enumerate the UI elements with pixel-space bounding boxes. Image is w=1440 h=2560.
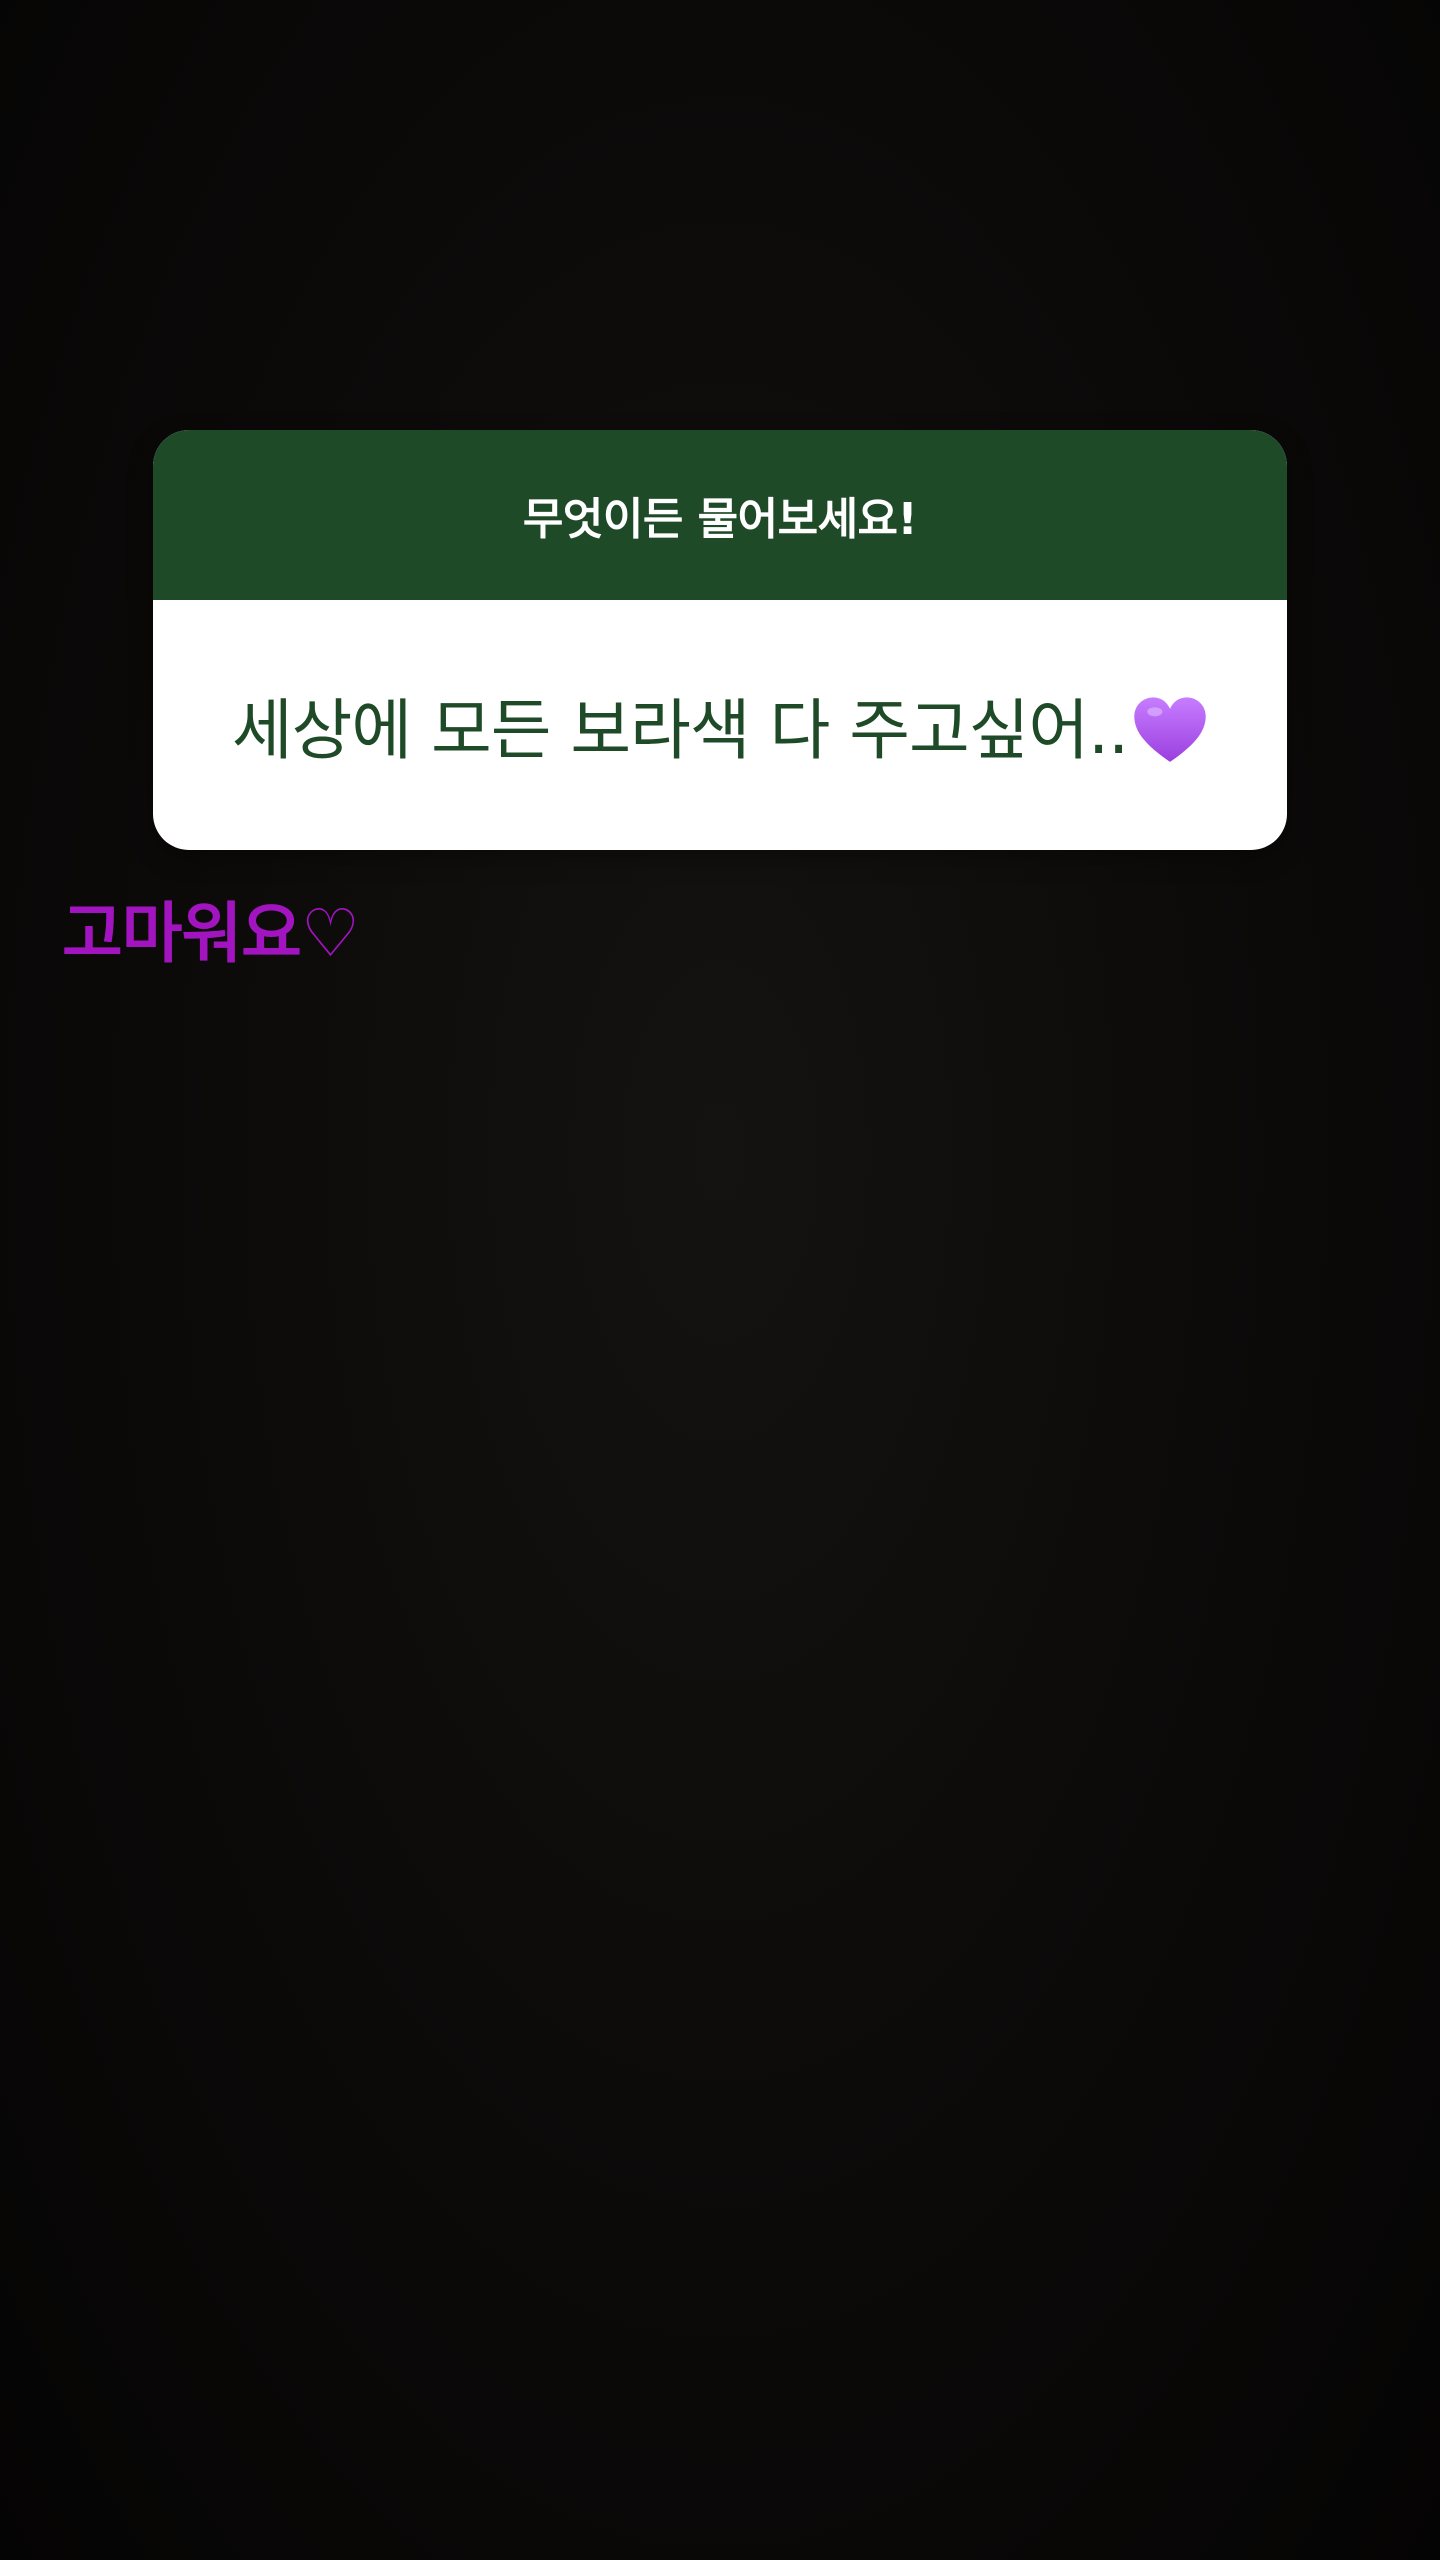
reply-text: 고마워요♡ — [62, 895, 360, 972]
question-sticker[interactable]: 무엇이든 물어보세요! 세상에 모든 보라색 다 주고싶어.. — [153, 430, 1287, 850]
question-title: 무엇이든 물어보세요! — [522, 494, 918, 545]
purple-heart-icon — [1134, 697, 1206, 762]
answer-text: 세상에 모든 보라색 다 주고싶어.. — [231, 692, 1129, 769]
answer-line: 세상에 모든 보라색 다 주고싶어.. — [232, 677, 1208, 773]
answer-body: 세상에 모든 보라색 다 주고싶어.. — [153, 600, 1287, 850]
story-canvas: 무엇이든 물어보세요! 세상에 모든 보라색 다 주고싶어.. 고마워요♡ — [0, 0, 1440, 2560]
question-header: 무엇이든 물어보세요! — [153, 430, 1287, 600]
